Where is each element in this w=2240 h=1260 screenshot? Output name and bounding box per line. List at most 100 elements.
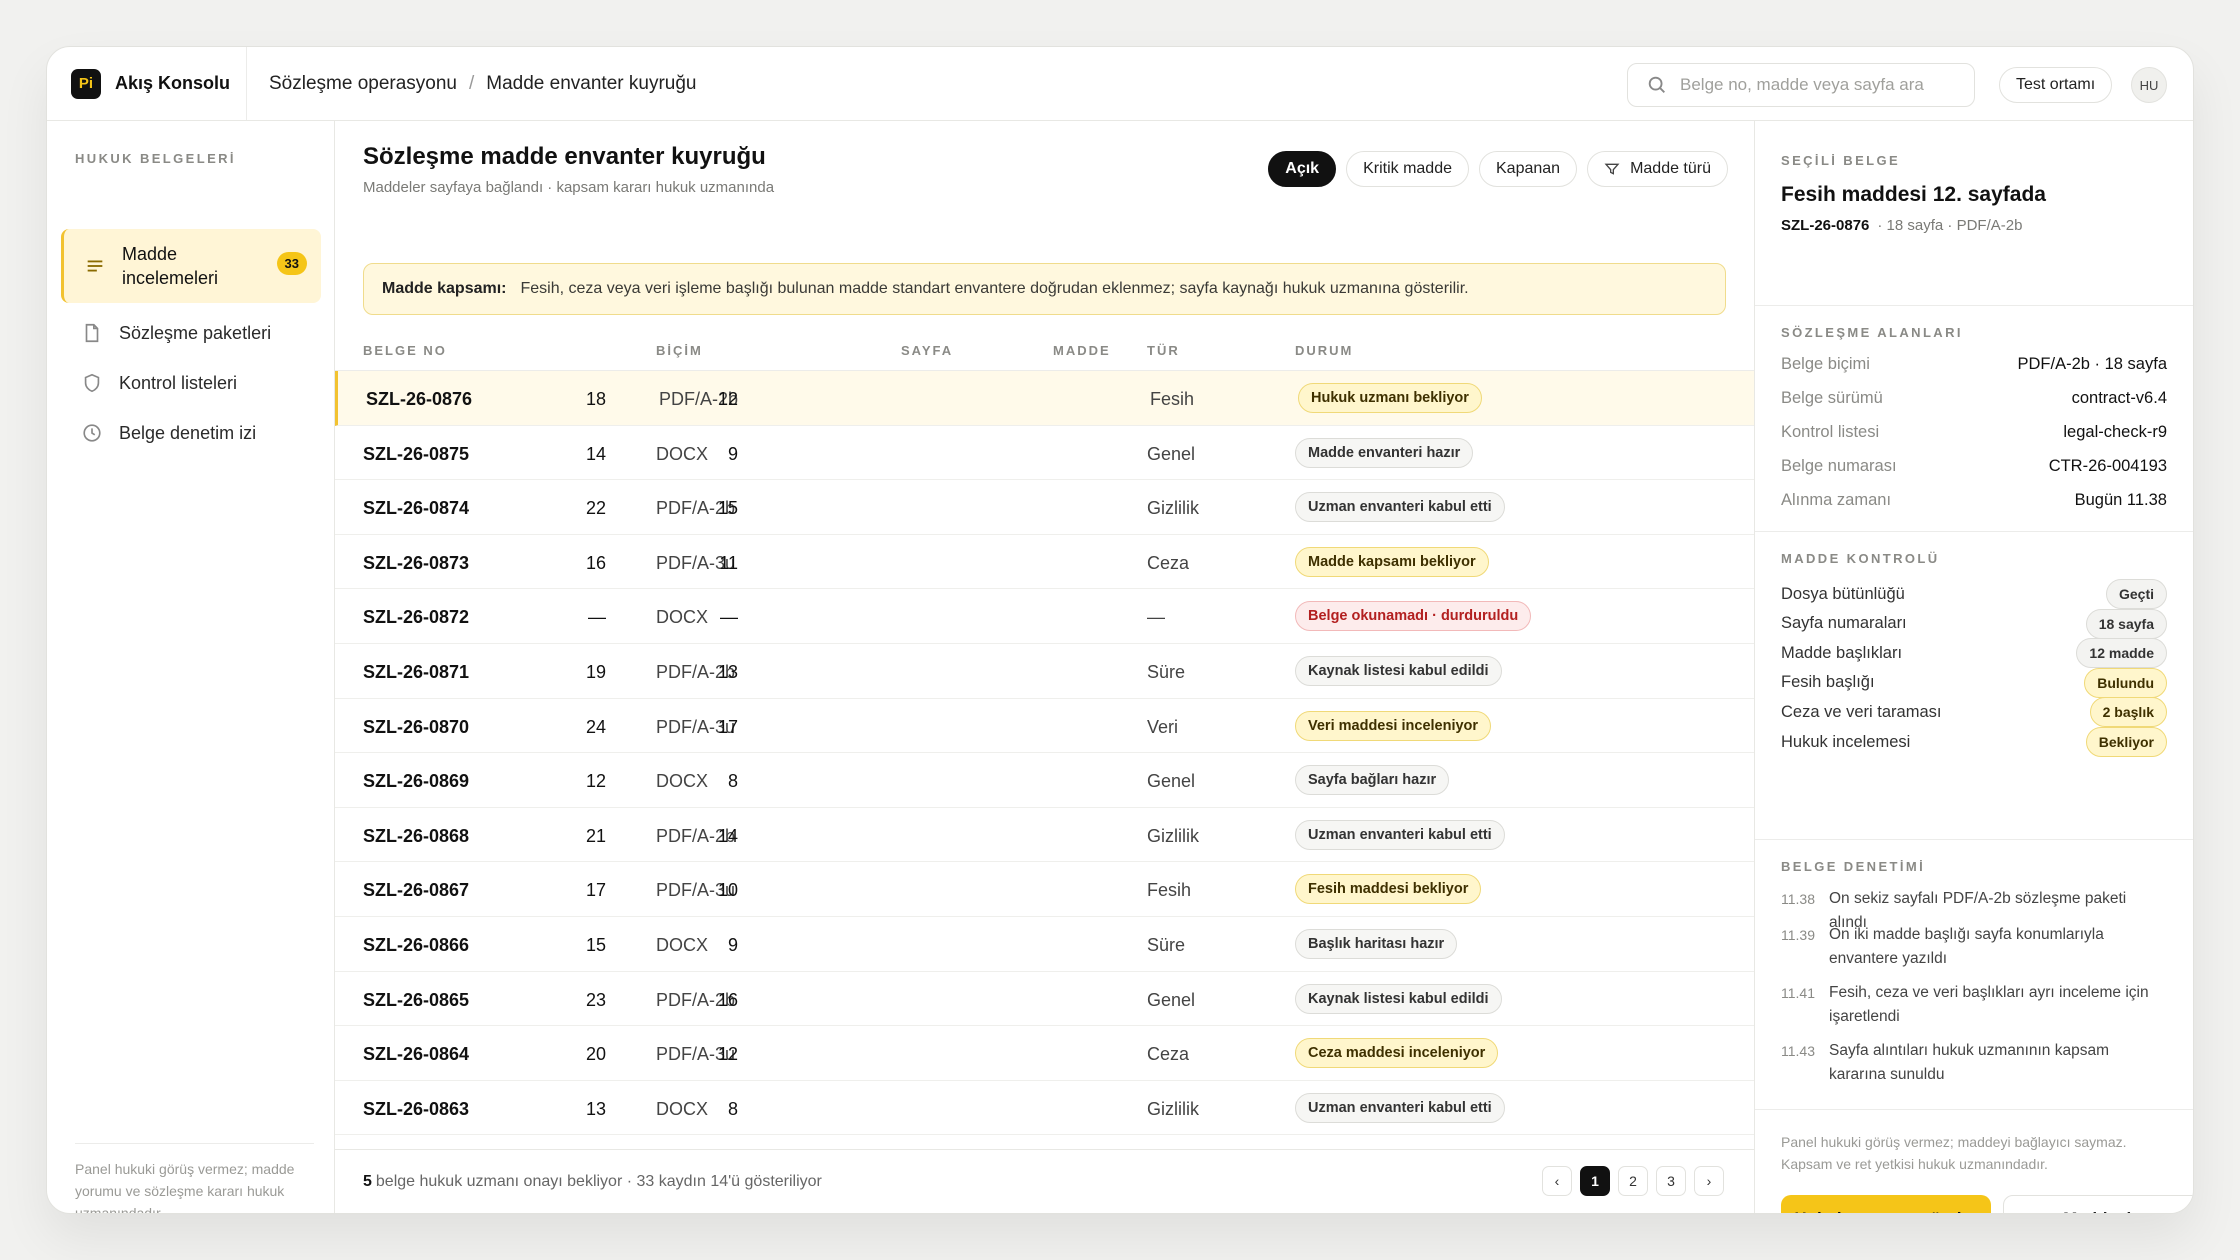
audit-text: Sayfa alıntıları hukuk uzmanının kapsam … xyxy=(1829,1042,2110,1083)
status-badge: Ceza maddesi inceleniyor xyxy=(1295,1038,1499,1069)
filter-chip-closed[interactable]: Kapanan xyxy=(1479,151,1578,187)
send-legal-approval-button[interactable]: Hukuk onayına gönder xyxy=(1781,1195,1991,1213)
check-label: Ceza ve veri taraması xyxy=(1781,702,1942,721)
sidebar-item-madde-incelemeleri[interactable]: Madde incelemeleri 33 xyxy=(61,229,321,303)
sidebar-item-sozlesme-paketleri[interactable]: Sözleşme paketleri xyxy=(61,313,321,353)
doc-number: SZL-26-0863 xyxy=(363,1098,470,1119)
column-header-type[interactable]: TÜR xyxy=(1147,343,1180,358)
status-badge: Belge okunamadı · durduruldu xyxy=(1295,601,1532,632)
table-row[interactable]: SZL-26-0870 PDF/A-3u 24 17 Veri Veri maddesi … xyxy=(335,699,1754,754)
divider xyxy=(1755,531,2193,532)
open-article-button[interactable]: Maddeyi aç xyxy=(2003,1195,2193,1213)
table-row[interactable]: SZL-26-0868 PDF/A-2b 21 14 Gizlilik Uzman env… xyxy=(335,808,1754,863)
table-row[interactable]: SZL-26-0874 PDF/A-2b 22 15 Gizlilik Uzman env… xyxy=(335,480,1754,535)
check-row: Dosya bütünlüğü Geçti xyxy=(1781,579,2167,609)
column-header-pages[interactable]: SAYFA xyxy=(901,343,953,358)
article-type: Süre xyxy=(1147,661,1186,682)
column-header-doc-no[interactable]: BELGE NO xyxy=(363,343,447,358)
table-footer: 5 belge hukuk uzmanı onayı bekliyor · 33… xyxy=(335,1149,1754,1213)
pending-count: 5 xyxy=(363,1172,372,1190)
table-row[interactable]: SZL-26-0863 DOCX 13 8 Gizlilik Uzman envanter… xyxy=(335,1081,1754,1136)
sidebar-item-label: Belge denetim izi xyxy=(119,422,257,443)
search-input[interactable]: Belge no, madde veya sayfa ara xyxy=(1627,63,1975,107)
article-count: 14 xyxy=(717,825,738,846)
doc-format: DOCX xyxy=(656,607,709,628)
brand[interactable]: Pi Akış Konsolu xyxy=(47,47,247,120)
notice-label: Madde kapsamı: xyxy=(382,280,507,297)
article-type: Fesih xyxy=(1150,389,1195,409)
filter-chip-article-type[interactable]: Madde türü xyxy=(1587,151,1728,187)
check-status-badge: 12 madde xyxy=(2076,638,2167,669)
column-header-status[interactable]: DURUM xyxy=(1295,343,1353,358)
avatar[interactable]: HU xyxy=(2131,67,2167,103)
field-value: Bugün 11.38 xyxy=(2074,491,2167,509)
shield-icon xyxy=(84,373,100,393)
page-count: 17 xyxy=(585,880,606,901)
status-badge: Uzman envanteri kabul etti xyxy=(1295,492,1505,523)
page-button-1[interactable]: 1 xyxy=(1580,1166,1610,1196)
sidebar-item-label: Madde incelemeleri xyxy=(122,244,219,288)
list-icon xyxy=(87,260,103,272)
sidebar-item-belge-denetim-izi[interactable]: Belge denetim izi xyxy=(61,413,321,453)
table-row[interactable]: SZL-26-0867 PDF/A-3u 17 10 Fesih Fesih maddes… xyxy=(335,862,1754,917)
doc-number: SZL-26-0868 xyxy=(363,825,470,846)
table-row[interactable]: SZL-26-0871 PDF/A-2b 19 13 Süre Kaynak listes… xyxy=(335,644,1754,699)
table-row[interactable]: SZL-26-0864 PDF/A-3u 20 12 Ceza Ceza maddesi … xyxy=(335,1026,1754,1081)
page-count: 23 xyxy=(585,989,606,1010)
breadcrumb-parent[interactable]: Sözleşme operasyonu xyxy=(269,73,457,95)
table-row[interactable]: SZL-26-0866 DOCX 15 9 Süre Başlık haritası ha… xyxy=(335,917,1754,972)
filter-chip-label: Madde türü xyxy=(1630,160,1711,177)
article-count: 9 xyxy=(727,934,738,955)
article-type: Veri xyxy=(1147,716,1179,737)
table-row[interactable]: SZL-26-0876 PDF/A-2b 18 12 Fesih Hukuk uzmanı… xyxy=(335,371,1754,426)
field-row: Kontrol listesi legal-check-r9 xyxy=(1781,423,2167,442)
selected-doc-title: Fesih maddesi 12. sayfada xyxy=(1781,183,2046,206)
filter-chip-open[interactable]: Açık xyxy=(1268,151,1337,187)
article-count: 12 xyxy=(717,389,738,409)
page-title: Sözleşme madde envanter kuyruğu xyxy=(363,143,766,170)
doc-number: SZL-26-0876 xyxy=(366,389,473,409)
next-page-button[interactable]: › xyxy=(1694,1166,1724,1196)
article-type: Gizlilik xyxy=(1147,825,1199,846)
divider xyxy=(1755,1109,2193,1110)
status-badge: Kaynak listesi kabul edildi xyxy=(1295,983,1502,1014)
filter-chip-critical[interactable]: Kritik madde xyxy=(1346,151,1469,187)
page-button-2[interactable]: 2 xyxy=(1618,1166,1648,1196)
table-row[interactable]: SZL-26-0872 DOCX — — — Belge okunamadı · durd… xyxy=(335,589,1754,644)
column-header-format[interactable]: BİÇİM xyxy=(656,343,703,358)
divider xyxy=(1755,305,2193,306)
page-count: 13 xyxy=(585,1098,606,1119)
environment-button[interactable]: Test ortamı xyxy=(1999,67,2113,103)
page-count: 12 xyxy=(585,771,606,792)
breadcrumb: Sözleşme operasyonu / Madde envanter kuy… xyxy=(247,73,696,95)
page-count: 21 xyxy=(585,825,606,846)
page-count: 22 xyxy=(585,498,606,519)
article-count: — xyxy=(720,607,738,628)
field-row: Belge numarası CTR-26-004193 xyxy=(1781,457,2167,476)
document-icon xyxy=(85,323,99,343)
table-body: SZL-26-0876 PDF/A-2b 18 12 Fesih Hukuk uzmanı… xyxy=(335,371,1754,1136)
sidebar-footer-note: Panel hukuki görüş vermez; madde yorumu … xyxy=(75,1143,314,1213)
detail-panel: SEÇİLİ BELGE Fesih maddesi 12. sayfada S… xyxy=(1755,121,2193,1213)
divider xyxy=(1755,839,2193,840)
check-label: Hukuk incelemesi xyxy=(1781,732,1911,751)
table-row[interactable]: SZL-26-0865 PDF/A-2b 23 16 Genel Kaynak liste… xyxy=(335,972,1754,1027)
field-value: CTR-26-004193 xyxy=(2048,457,2167,475)
field-value: legal-check-r9 xyxy=(2063,423,2167,441)
doc-number: SZL-26-0875 xyxy=(363,443,470,464)
sidebar-item-kontrol-listeleri[interactable]: Kontrol listeleri xyxy=(61,363,321,403)
prev-page-button[interactable]: ‹ xyxy=(1542,1166,1572,1196)
sidebar-item-label: Kontrol listeleri xyxy=(119,372,238,393)
status-badge: Fesih maddesi bekliyor xyxy=(1295,874,1482,905)
status-badge: Sayfa bağları hazır xyxy=(1295,765,1450,796)
field-row: Alınma zamanı Bugün 11.38 xyxy=(1781,491,2167,510)
column-header-articles[interactable]: MADDE xyxy=(1053,343,1111,358)
field-key: Alınma zamanı xyxy=(1781,491,1892,509)
table-row[interactable]: SZL-26-0875 DOCX 14 9 Genel Madde envanteri h… xyxy=(335,426,1754,481)
app-name: Akış Konsolu xyxy=(115,73,231,93)
table-row[interactable]: SZL-26-0873 PDF/A-3u 16 11 Ceza Madde kapsamı… xyxy=(335,535,1754,590)
filter-bar: Açık Kritik madde Kapanan Madde türü xyxy=(1268,151,1728,187)
status-badge: Hukuk uzmanı bekliyor xyxy=(1298,383,1482,413)
table-row[interactable]: SZL-26-0869 DOCX 12 8 Genel Sayfa bağları haz… xyxy=(335,753,1754,808)
page-button-3[interactable]: 3 xyxy=(1656,1166,1686,1196)
